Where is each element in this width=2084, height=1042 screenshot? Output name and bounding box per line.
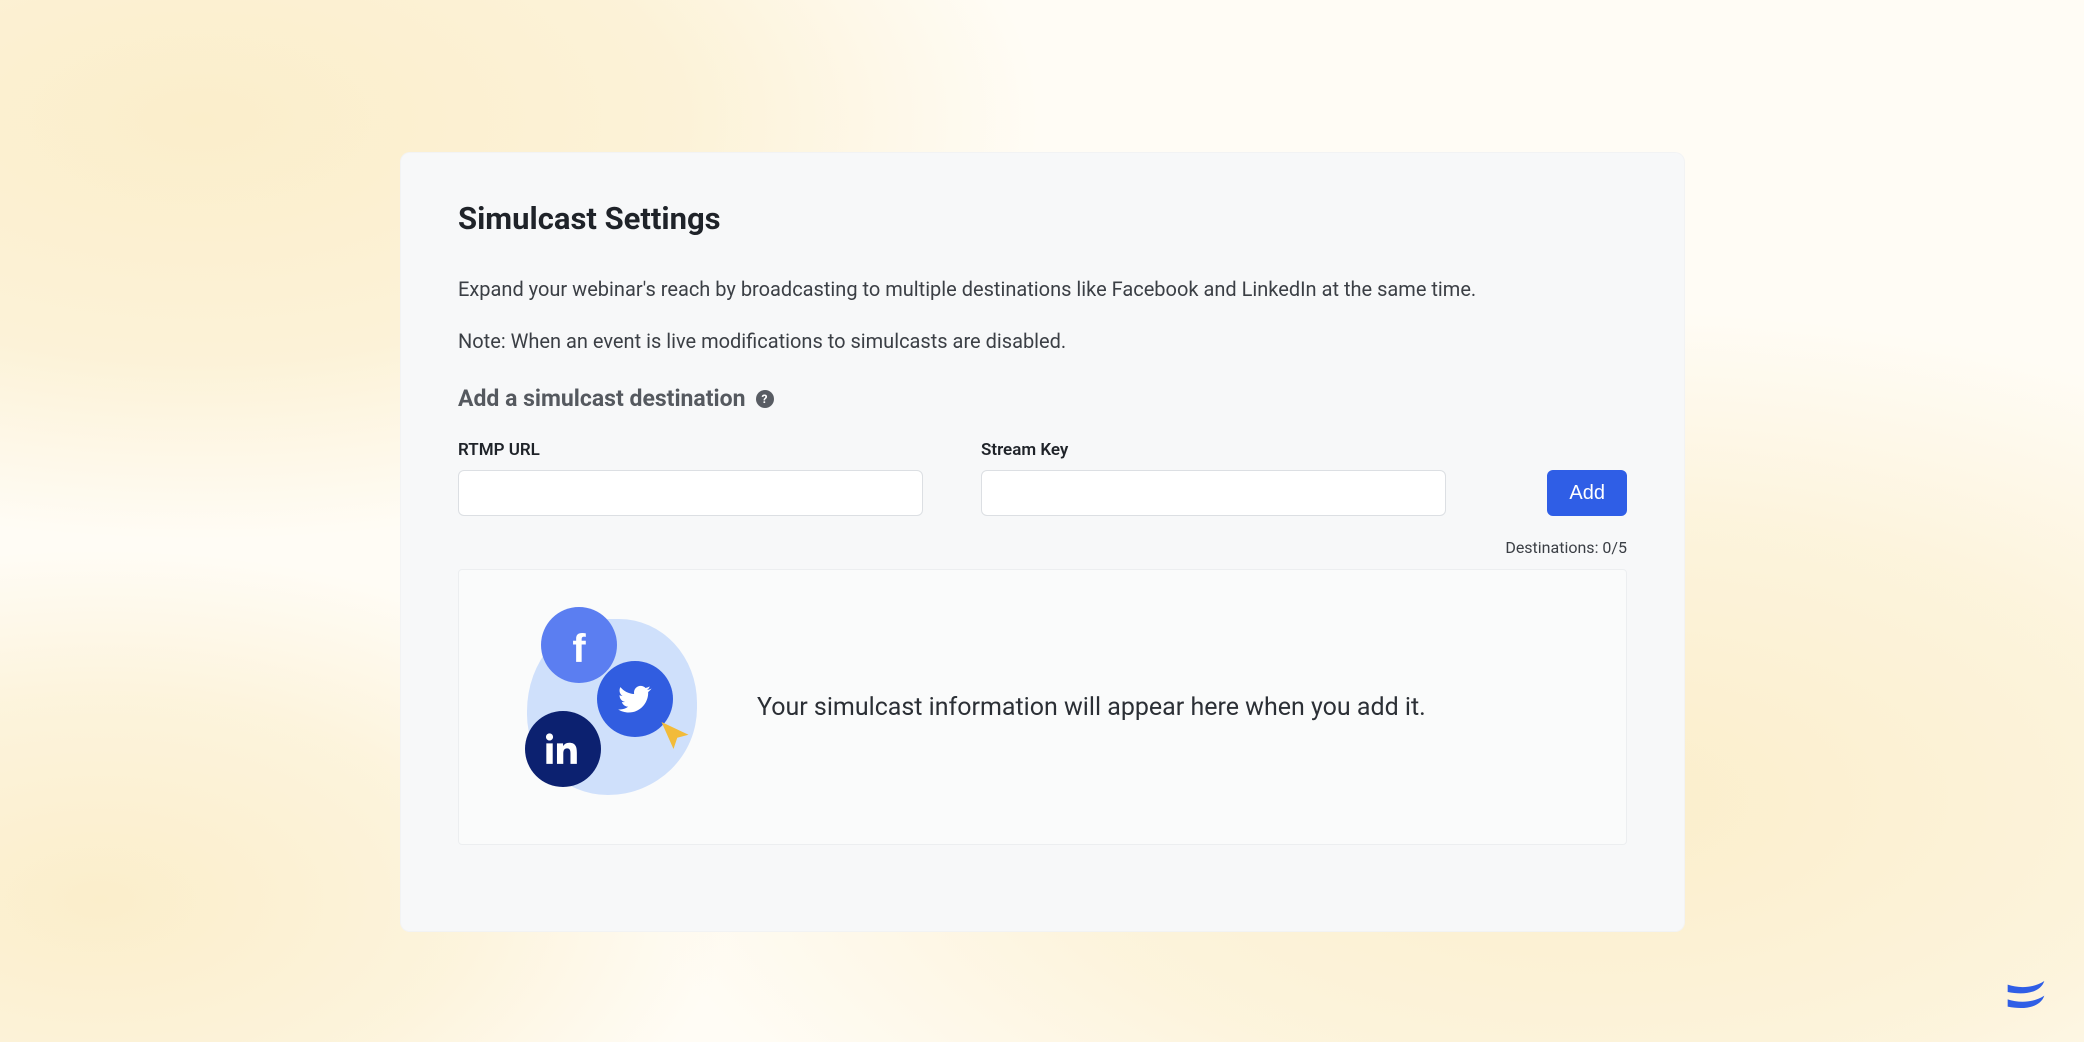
destinations-count: Destinations: 0/5: [458, 538, 1627, 557]
subheading-row: Add a simulcast destination ?: [458, 385, 1627, 412]
settings-card: Simulcast Settings Expand your webinar's…: [400, 152, 1685, 932]
add-destination-heading: Add a simulcast destination: [458, 385, 746, 412]
stream-key-field: Stream Key: [981, 440, 1446, 516]
help-icon[interactable]: ?: [756, 390, 774, 408]
description-text: Expand your webinar's reach by broadcast…: [458, 277, 1627, 301]
stream-key-input[interactable]: [981, 470, 1446, 516]
brand-icon: [2004, 970, 2048, 1014]
linkedin-icon: [525, 711, 601, 787]
rtmp-field: RTMP URL: [458, 440, 923, 516]
page-title: Simulcast Settings: [458, 200, 1627, 237]
stream-key-label: Stream Key: [981, 440, 1446, 460]
empty-state-text: Your simulcast information will appear h…: [757, 693, 1426, 722]
add-destination-form: RTMP URL Stream Key Add: [458, 440, 1627, 516]
rtmp-label: RTMP URL: [458, 440, 923, 460]
social-illustration: f: [499, 607, 709, 807]
cursor-icon: [657, 719, 693, 755]
empty-state-panel: f Your simulcast information will appear…: [458, 569, 1627, 845]
facebook-icon: f: [541, 607, 617, 683]
add-button[interactable]: Add: [1547, 470, 1627, 516]
rtmp-input[interactable]: [458, 470, 923, 516]
note-text: Note: When an event is live modification…: [458, 329, 1627, 353]
